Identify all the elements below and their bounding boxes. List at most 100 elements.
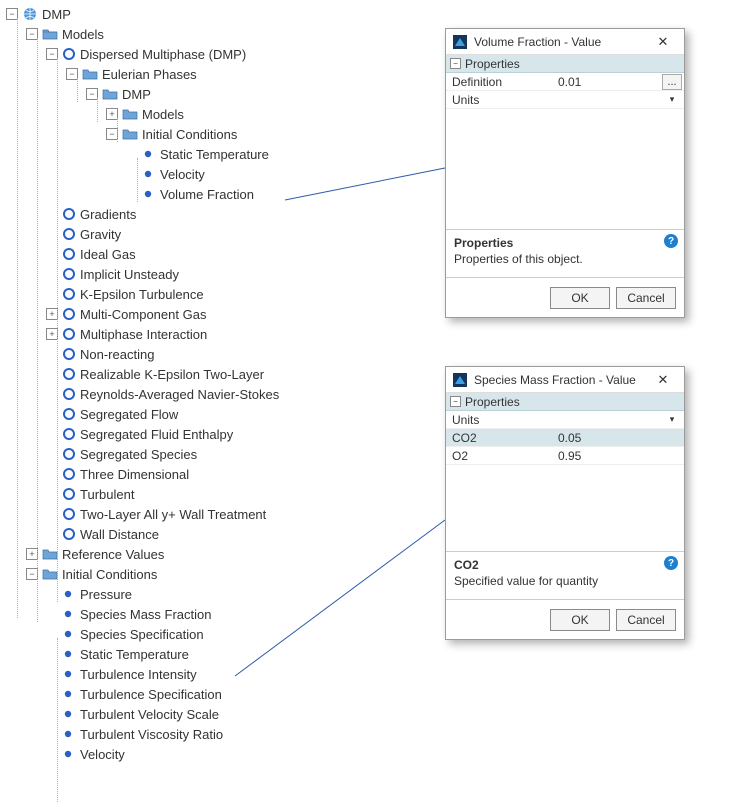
expand-icon[interactable]: + <box>46 328 58 340</box>
ring-icon <box>62 287 76 301</box>
dialog-species-mass-fraction: Species Mass Fraction - Value ✕ − Proper… <box>445 366 685 640</box>
tree-leaf[interactable]: Velocity <box>6 164 436 184</box>
tree-label: Segregated Flow <box>80 407 178 422</box>
tree-leaf[interactable]: Turbulent Viscosity Ratio <box>6 724 436 744</box>
property-row[interactable]: CO20.05 <box>446 429 684 447</box>
tree-node-model[interactable]: Realizable K-Epsilon Two-Layer <box>6 364 436 384</box>
collapse-icon[interactable]: − <box>46 48 58 60</box>
titlebar[interactable]: Volume Fraction - Value ✕ <box>446 29 684 55</box>
property-row[interactable]: Definition0.01... <box>446 73 684 91</box>
tree-label: Multiphase Interaction <box>80 327 207 342</box>
ellipsis-button[interactable]: ... <box>662 74 682 90</box>
ring-icon <box>62 267 76 281</box>
tree-node-dmp[interactable]: − Dispersed Multiphase (DMP) <box>6 44 436 64</box>
collapse-icon[interactable]: − <box>86 88 98 100</box>
collapse-icon[interactable]: − <box>26 28 38 40</box>
close-button[interactable]: ✕ <box>646 370 680 390</box>
description-panel: ? Properties Properties of this object. <box>446 229 684 277</box>
tree-node-reference-values[interactable]: + Reference Values <box>6 544 436 564</box>
tree-node-model[interactable]: Ideal Gas <box>6 244 436 264</box>
tree-leaf[interactable]: Pressure <box>6 584 436 604</box>
expand-icon[interactable]: + <box>46 308 58 320</box>
expand-icon[interactable]: + <box>106 108 118 120</box>
property-value[interactable]: 0.01 <box>556 75 662 89</box>
tree-label: K-Epsilon Turbulence <box>80 287 204 302</box>
tree-label: Gradients <box>80 207 136 222</box>
tree-node-model[interactable]: Segregated Fluid Enthalpy <box>6 424 436 444</box>
expand-icon[interactable]: + <box>26 548 38 560</box>
tree-node-model[interactable]: Gravity <box>6 224 436 244</box>
tree-node-model[interactable]: + Multiphase Interaction <box>6 324 436 344</box>
tree-label: DMP <box>42 7 71 22</box>
tree-leaf[interactable]: Static Temperature <box>6 144 436 164</box>
tree-leaf[interactable]: Turbulence Intensity <box>6 664 436 684</box>
property-value[interactable]: 0.05 <box>556 431 684 445</box>
tree-node-inner-models[interactable]: + Models <box>6 104 436 124</box>
tree-leaf[interactable]: Turbulent Velocity Scale <box>6 704 436 724</box>
tree-node-model[interactable]: Wall Distance <box>6 524 436 544</box>
dot-icon <box>62 748 74 760</box>
collapse-icon[interactable]: − <box>450 396 461 407</box>
tree-node-model[interactable]: Segregated Species <box>6 444 436 464</box>
dot-icon <box>142 188 154 200</box>
collapse-icon[interactable]: − <box>450 58 461 69</box>
tree-label: Static Temperature <box>160 147 269 162</box>
tree-node-dmp-inner[interactable]: − DMP <box>6 84 436 104</box>
tree-node-model[interactable]: Three Dimensional <box>6 464 436 484</box>
cancel-button[interactable]: Cancel <box>616 287 676 309</box>
tree-label: Reynolds-Averaged Navier-Stokes <box>80 387 279 402</box>
tree-node-inner-ic[interactable]: − Initial Conditions <box>6 124 436 144</box>
cancel-button[interactable]: Cancel <box>616 609 676 631</box>
property-row[interactable]: Units▾ <box>446 91 684 109</box>
tree-node-model[interactable]: K-Epsilon Turbulence <box>6 284 436 304</box>
tree-node-model[interactable]: +Multi-Component Gas <box>6 304 436 324</box>
ring-icon <box>62 247 76 261</box>
ring-icon <box>62 507 76 521</box>
tree-node-model[interactable]: Segregated Flow <box>6 404 436 424</box>
tree-node-model[interactable]: Turbulent <box>6 484 436 504</box>
tree-label: Implicit Unsteady <box>80 267 179 282</box>
tree-leaf[interactable]: Species Mass Fraction <box>6 604 436 624</box>
close-button[interactable]: ✕ <box>646 32 680 52</box>
tree-leaf[interactable]: Species Specification <box>6 624 436 644</box>
titlebar[interactable]: Species Mass Fraction - Value ✕ <box>446 367 684 393</box>
section-header[interactable]: − Properties <box>446 55 684 73</box>
tree-node-model[interactable]: Reynolds-Averaged Navier-Stokes <box>6 384 436 404</box>
tree-node-models[interactable]: − Models <box>6 24 436 44</box>
dialog-title: Species Mass Fraction - Value <box>474 373 646 387</box>
section-header[interactable]: − Properties <box>446 393 684 411</box>
collapse-icon[interactable]: − <box>66 68 78 80</box>
tree-panel: − DMP − Models − Dispersed Multiphase (D… <box>6 4 436 764</box>
tree-leaf-volume-fraction[interactable]: Volume Fraction <box>6 184 436 204</box>
collapse-icon[interactable]: − <box>6 8 18 20</box>
tree-leaf[interactable]: Static Temperature <box>6 644 436 664</box>
tree-node-root[interactable]: − DMP <box>6 4 436 24</box>
property-row[interactable]: Units▾ <box>446 411 684 429</box>
tree-node-initial-conditions[interactable]: − Initial Conditions <box>6 564 436 584</box>
tree-node-model[interactable]: Two-Layer All y+ Wall Treatment <box>6 504 436 524</box>
tree-node-model[interactable]: Non-reacting <box>6 344 436 364</box>
help-icon[interactable]: ? <box>664 556 678 570</box>
ok-button[interactable]: OK <box>550 287 610 309</box>
dot-icon <box>142 168 154 180</box>
app-icon <box>452 372 468 388</box>
property-value[interactable]: 0.95 <box>556 449 684 463</box>
dropdown-icon[interactable]: ▾ <box>664 413 680 427</box>
dropdown-icon[interactable]: ▾ <box>664 93 680 107</box>
tree-label: Wall Distance <box>80 527 159 542</box>
ring-icon <box>62 447 76 461</box>
ok-button[interactable]: OK <box>550 609 610 631</box>
tree-label: Non-reacting <box>80 347 154 362</box>
collapse-icon[interactable]: − <box>106 128 118 140</box>
tree-node-model[interactable]: Gradients <box>6 204 436 224</box>
tree-node-eulerian[interactable]: − Eulerian Phases <box>6 64 436 84</box>
tree-leaf[interactable]: Turbulence Specification <box>6 684 436 704</box>
tree-label: Velocity <box>80 747 125 762</box>
folder-icon <box>42 547 58 561</box>
tree-node-model[interactable]: Implicit Unsteady <box>6 264 436 284</box>
tree-leaf[interactable]: Velocity <box>6 744 436 764</box>
ring-icon <box>62 367 76 381</box>
collapse-icon[interactable]: − <box>26 568 38 580</box>
help-icon[interactable]: ? <box>664 234 678 248</box>
property-row[interactable]: O20.95 <box>446 447 684 465</box>
